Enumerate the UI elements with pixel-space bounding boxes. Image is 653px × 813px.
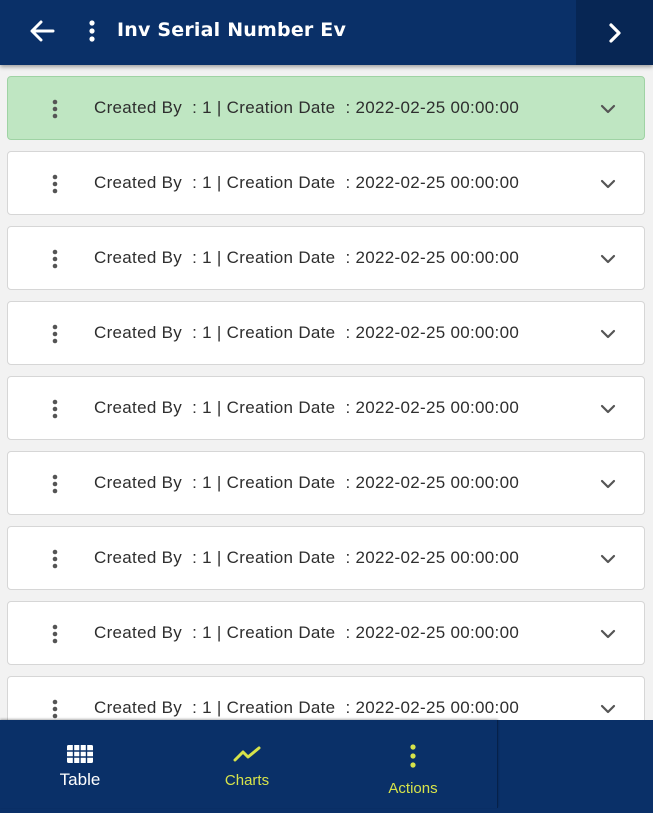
expand-button[interactable] [598,174,618,194]
line-chart-icon [233,744,261,764]
list-item[interactable]: Created By : 1 | Creation Date : 2022-02… [7,301,645,365]
list-item[interactable]: Created By : 1 | Creation Date : 2022-02… [7,451,645,515]
chevron-right-icon [608,22,621,43]
chevron-down-icon [600,254,616,264]
kebab-icon [89,20,95,42]
chevron-down-icon [600,704,616,714]
kebab-icon [52,624,58,644]
expand-button[interactable] [598,99,618,119]
page-title: Inv Serial Number Ev [117,19,347,41]
chevron-down-icon [600,479,616,489]
kebab-icon [52,174,58,194]
chevron-down-icon [600,404,616,414]
row-menu-button[interactable] [46,547,64,571]
top-app-bar: Inv Serial Number Ev [0,0,653,65]
chevron-down-icon [600,554,616,564]
back-button[interactable] [24,14,60,48]
list-item[interactable]: Created By : 1 | Creation Date : 2022-02… [7,376,645,440]
tab-table[interactable]: Table [30,720,130,808]
tab-actions-label: Actions [388,780,438,797]
kebab-icon [52,99,58,119]
kebab-icon [52,399,58,419]
expand-button[interactable] [598,474,618,494]
record-list: Created By : 1 | Creation Date : 2022-02… [7,76,645,751]
kebab-icon [52,699,58,719]
tab-actions[interactable]: Actions [363,720,463,808]
kebab-icon [52,324,58,344]
row-summary-text: Created By : 1 | Creation Date : 2022-02… [94,698,520,717]
chevron-down-icon [600,329,616,339]
row-menu-button[interactable] [46,472,64,496]
tab-charts-label: Charts [224,772,270,789]
row-menu-button[interactable] [46,622,64,646]
expand-button[interactable] [598,249,618,269]
expand-button[interactable] [598,399,618,419]
row-menu-button[interactable] [46,397,64,421]
expand-button[interactable] [598,624,618,644]
chevron-down-icon [600,629,616,639]
header-menu-button[interactable] [80,14,104,48]
table-grid-icon [67,744,93,764]
list-item[interactable]: Created By : 1 | Creation Date : 2022-02… [7,526,645,590]
app-screen: Inv Serial Number Ev Created By : 1 | Cr… [0,0,653,813]
row-menu-button[interactable] [46,97,64,121]
bottom-nav-tabs: Table Charts Actions [0,720,498,808]
tab-charts[interactable]: Charts [197,720,297,808]
list-item[interactable]: Created By : 1 | Creation Date : 2022-02… [7,601,645,665]
kebab-icon [52,474,58,494]
row-summary-text: Created By : 1 | Creation Date : 2022-02… [94,173,520,192]
row-summary-text: Created By : 1 | Creation Date : 2022-02… [94,623,520,642]
chevron-down-icon [600,179,616,189]
row-menu-button[interactable] [46,322,64,346]
row-summary-text: Created By : 1 | Creation Date : 2022-02… [94,473,520,492]
row-summary-text: Created By : 1 | Creation Date : 2022-02… [94,398,520,417]
next-button[interactable] [576,0,653,65]
kebab-icon [52,249,58,269]
row-summary-text: Created By : 1 | Creation Date : 2022-02… [94,323,520,342]
row-summary-text: Created By : 1 | Creation Date : 2022-02… [94,548,520,567]
row-menu-button[interactable] [46,247,64,271]
expand-button[interactable] [598,549,618,569]
kebab-icon [409,742,417,770]
expand-button[interactable] [598,324,618,344]
expand-button[interactable] [598,699,618,719]
row-summary-text: Created By : 1 | Creation Date : 2022-02… [94,248,520,267]
arrow-left-icon [30,20,55,42]
row-menu-button[interactable] [46,697,64,721]
list-item[interactable]: Created By : 1 | Creation Date : 2022-02… [7,76,645,140]
tab-table-label: Table [59,770,101,789]
row-summary-text: Created By : 1 | Creation Date : 2022-02… [94,98,520,117]
list-item[interactable]: Created By : 1 | Creation Date : 2022-02… [7,151,645,215]
list-item[interactable]: Created By : 1 | Creation Date : 2022-02… [7,226,645,290]
row-menu-button[interactable] [46,172,64,196]
chevron-down-icon [600,104,616,114]
bottom-navigation: Table Charts Actions [0,720,653,813]
kebab-icon [52,549,58,569]
